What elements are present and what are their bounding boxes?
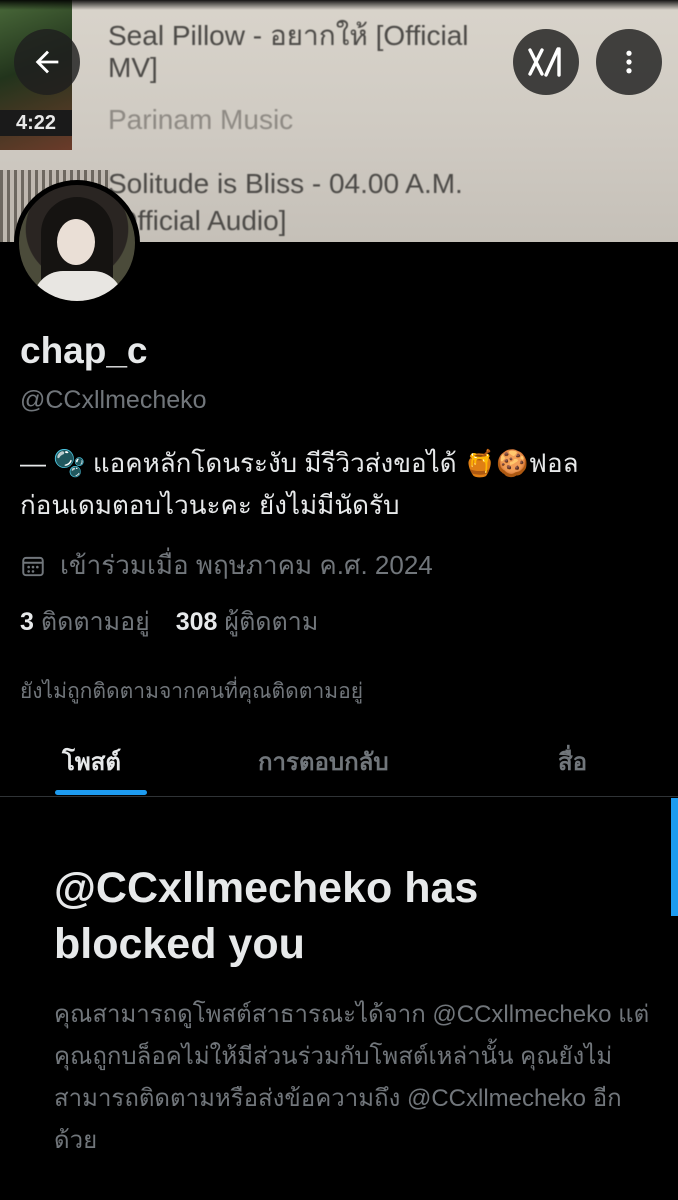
followers-label: ผู้ติดตาม (224, 608, 319, 636)
joined-date: เข้าร่วมเมื่อ พฤษภาคม ค.ศ. 2024 (20, 545, 433, 586)
display-name: chap_c (20, 330, 148, 371)
blocked-title: @CCxllmecheko has blocked you (54, 864, 479, 968)
calendar-icon (22, 556, 44, 576)
avatar-image (19, 185, 135, 301)
bio-line: — 🫧 แอคหลักโดนระงับ มีรีวิวส่งขอได้ 🍯🍪ฟอ… (20, 448, 579, 478)
arrow-left-icon (35, 50, 59, 74)
video-title-continued: MV] (108, 52, 158, 83)
video-channel: Parinam Music (108, 104, 294, 135)
xai-logo-icon (528, 47, 561, 77)
bio-line: ก่อนเดมตอบไวนะคะ ยังไม่มีนัดรับ (20, 490, 400, 520)
following-count: 3 (20, 608, 34, 636)
followers-count: 308 (175, 608, 218, 636)
profile-tabs: โพสต์ การตอบกลับ สื่อ (0, 728, 678, 797)
not-followed-note: ยังไม่ถูกติดตามจากคนที่คุณติดตามอยู่ (20, 680, 363, 703)
grok-button[interactable] (513, 29, 579, 95)
video-title: Seal Pillow - อยากให้ [Official (108, 20, 469, 51)
tab-posts[interactable]: โพสต์ (62, 742, 121, 781)
active-tab-indicator (55, 790, 147, 795)
joined-label: เข้าร่วมเมื่อ พฤษภาคม ค.ศ. 2024 (60, 550, 433, 580)
video-duration: 4:22 (0, 110, 72, 136)
more-options-button[interactable] (596, 29, 662, 95)
following-link[interactable]: 3 ติดตามอยู่ (20, 608, 150, 636)
scrollbar[interactable] (671, 798, 678, 916)
profile-bio: — 🫧 แอคหลักโดนระงับ มีรีวิวส่งขอได้ 🍯🍪ฟอ… (20, 442, 640, 526)
following-label: ติดตามอยู่ (40, 608, 150, 636)
video-title-2: Solitude is Bliss - 04.00 A.M. (108, 168, 463, 199)
profile-handle: @CCxllmecheko (20, 386, 207, 414)
back-button[interactable] (14, 29, 80, 95)
more-vertical-icon (626, 50, 632, 74)
avatar[interactable] (14, 180, 140, 306)
status-bar (0, 0, 678, 10)
blocked-description: คุณสามารถดูโพสต์สาธารณะได้จาก @CCxllmech… (54, 1001, 650, 1154)
tab-replies[interactable]: การตอบกลับ (258, 742, 389, 781)
follow-stats: 3 ติดตามอยู่ 308 ผู้ติดตาม (20, 602, 318, 642)
followers-link[interactable]: 308 ผู้ติดตาม (176, 608, 319, 636)
tab-media[interactable]: สื่อ (558, 742, 587, 781)
